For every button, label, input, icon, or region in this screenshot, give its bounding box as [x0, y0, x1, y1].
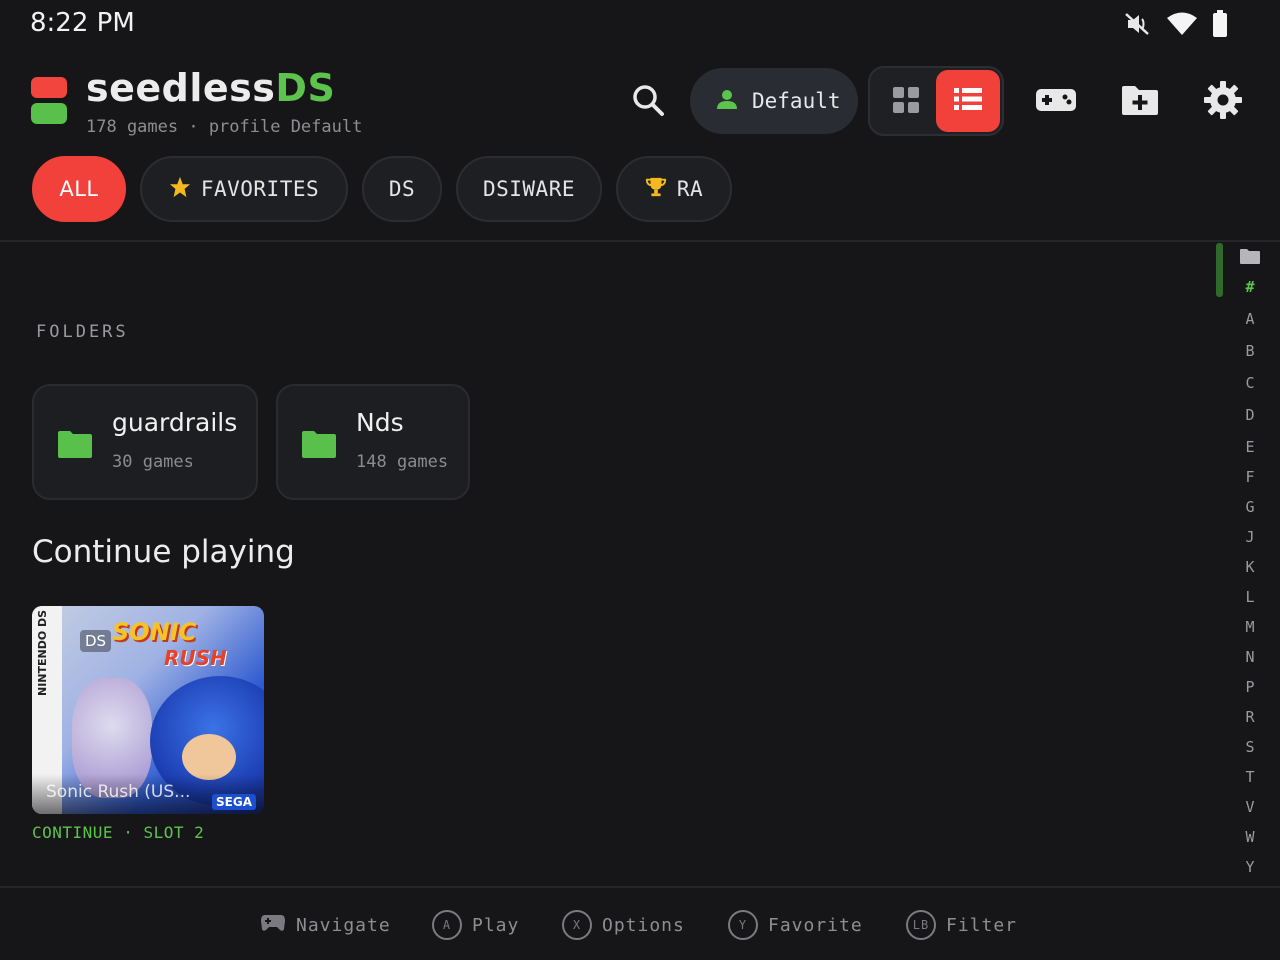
hint-label: Play	[472, 914, 520, 936]
add-folder-icon	[1121, 84, 1159, 120]
battery-icon	[1212, 10, 1228, 42]
alpha-index-item[interactable]: F	[1236, 468, 1264, 486]
hint-play: A Play	[432, 906, 519, 944]
filter-chip-all[interactable]: ALL	[32, 156, 126, 222]
filter-chip-ds[interactable]: DS	[362, 156, 442, 222]
lb-button-icon: LB	[906, 910, 936, 940]
filter-chip-label: RA	[676, 177, 704, 201]
alpha-index-item[interactable]: K	[1236, 558, 1264, 576]
alpha-index-item[interactable]: P	[1236, 678, 1264, 696]
hint-label: Favorite	[768, 914, 863, 936]
mute-icon	[1122, 11, 1152, 41]
alpha-index-item[interactable]: T	[1236, 768, 1264, 786]
alpha-index-item[interactable]: D	[1236, 406, 1264, 424]
search-button[interactable]	[624, 78, 672, 126]
cover-strip-text: NINTENDO DS	[36, 609, 49, 696]
game-card-sonic-rush[interactable]: NINTENDO DS SONIC RUSH DS Sonic Rush (US…	[32, 606, 264, 814]
folder-name: Nds	[356, 408, 404, 437]
alpha-index-item[interactable]: C	[1236, 374, 1264, 392]
alpha-index-item[interactable]: J	[1236, 528, 1264, 546]
folder-count: 30 games	[112, 452, 194, 472]
filter-chip-label: DSIWARE	[482, 177, 575, 201]
folder-count: 148 games	[356, 452, 449, 472]
alpha-index-item[interactable]: #	[1236, 278, 1264, 296]
search-icon	[631, 83, 665, 121]
platform-badge: DS	[80, 630, 112, 652]
filter-chip-favorites[interactable]: FAVORITES	[140, 156, 348, 222]
footer-divider	[0, 886, 1280, 888]
cover-art-title: SONIC	[112, 618, 197, 646]
continue-playing-heading: Continue playing	[32, 534, 295, 570]
gamepad-icon	[1035, 87, 1077, 117]
list-view-button[interactable]	[936, 70, 1000, 132]
status-icons	[1122, 10, 1228, 42]
folder-card-guardrails[interactable]: guardrails 30 games	[32, 384, 258, 500]
filter-chip-ra[interactable]: RA	[616, 156, 732, 222]
person-icon	[716, 88, 738, 115]
app-title-main: seedless	[86, 66, 276, 110]
alpha-index-item[interactable]: V	[1236, 798, 1264, 816]
a-button-icon: A	[432, 910, 462, 940]
cover-art-subtitle: RUSH	[164, 646, 227, 670]
app-subtitle: 178 games · profile Default	[86, 117, 363, 137]
alpha-index-item[interactable]: G	[1236, 498, 1264, 516]
star-icon	[169, 176, 191, 203]
publisher-logo: SEGA	[212, 794, 256, 810]
scroll-indicator[interactable]	[1216, 243, 1223, 297]
clock: 8:22 PM	[30, 8, 135, 38]
alpha-index-item[interactable]: R	[1236, 708, 1264, 726]
folder-name: guardrails	[112, 408, 238, 437]
view-toggle	[868, 66, 1004, 136]
add-folder-button[interactable]	[1116, 78, 1164, 126]
status-bar: 8:22 PM	[0, 0, 1280, 48]
gamepad-icon	[260, 913, 286, 938]
gear-icon	[1204, 81, 1242, 123]
alpha-index-item[interactable]: E	[1236, 438, 1264, 456]
grid-view-button[interactable]	[878, 74, 934, 130]
hint-filter: LB Filter	[906, 906, 1017, 944]
app-title: seedlessDS	[86, 66, 335, 110]
list-view-icon	[954, 87, 982, 115]
x-button-icon: X	[562, 910, 592, 940]
hint-options: X Options	[562, 906, 685, 944]
hint-navigate: Navigate	[260, 906, 391, 944]
alpha-index-item[interactable]: B	[1236, 342, 1264, 360]
profile-button[interactable]: Default	[690, 68, 858, 134]
alpha-index-item[interactable]: S	[1236, 738, 1264, 756]
alpha-index-item[interactable]: Y	[1236, 858, 1264, 876]
alpha-index-item[interactable]: M	[1236, 618, 1264, 636]
folder-icon	[58, 430, 92, 462]
folder-icon	[1240, 249, 1260, 268]
settings-button[interactable]	[1198, 76, 1248, 128]
folder-card-nds[interactable]: Nds 148 games	[276, 384, 470, 500]
app-logo	[31, 77, 67, 125]
alpha-index-item[interactable]: A	[1236, 310, 1264, 328]
controller-settings-button[interactable]	[1030, 78, 1082, 126]
filter-chip-label: FAVORITES	[200, 177, 320, 201]
wifi-icon	[1166, 11, 1198, 41]
alpha-index-item[interactable]: L	[1236, 588, 1264, 606]
hint-label: Options	[602, 914, 685, 936]
grid-view-icon	[892, 86, 920, 118]
alpha-index-item[interactable]: W	[1236, 828, 1264, 846]
y-button-icon: Y	[728, 910, 758, 940]
trophy-icon	[645, 176, 667, 203]
filter-chip-dsiware[interactable]: DSIWARE	[456, 156, 602, 222]
game-title: Sonic Rush (US...	[46, 782, 191, 802]
filter-chip-label: ALL	[59, 177, 99, 201]
header-divider	[0, 240, 1280, 242]
filter-chip-label: DS	[388, 177, 416, 201]
folder-icon	[302, 430, 336, 462]
continue-slot-caption[interactable]: CONTINUE · SLOT 2	[32, 823, 204, 842]
profile-label: Default	[752, 89, 841, 113]
hint-label: Filter	[946, 914, 1018, 936]
app-title-accent: DS	[275, 66, 336, 110]
hint-label: Navigate	[296, 914, 391, 936]
folders-heading: FOLDERS	[36, 322, 129, 342]
hint-favorite: Y Favorite	[728, 906, 863, 944]
alpha-index-folder[interactable]	[1236, 248, 1264, 268]
alpha-index-item[interactable]: N	[1236, 648, 1264, 666]
